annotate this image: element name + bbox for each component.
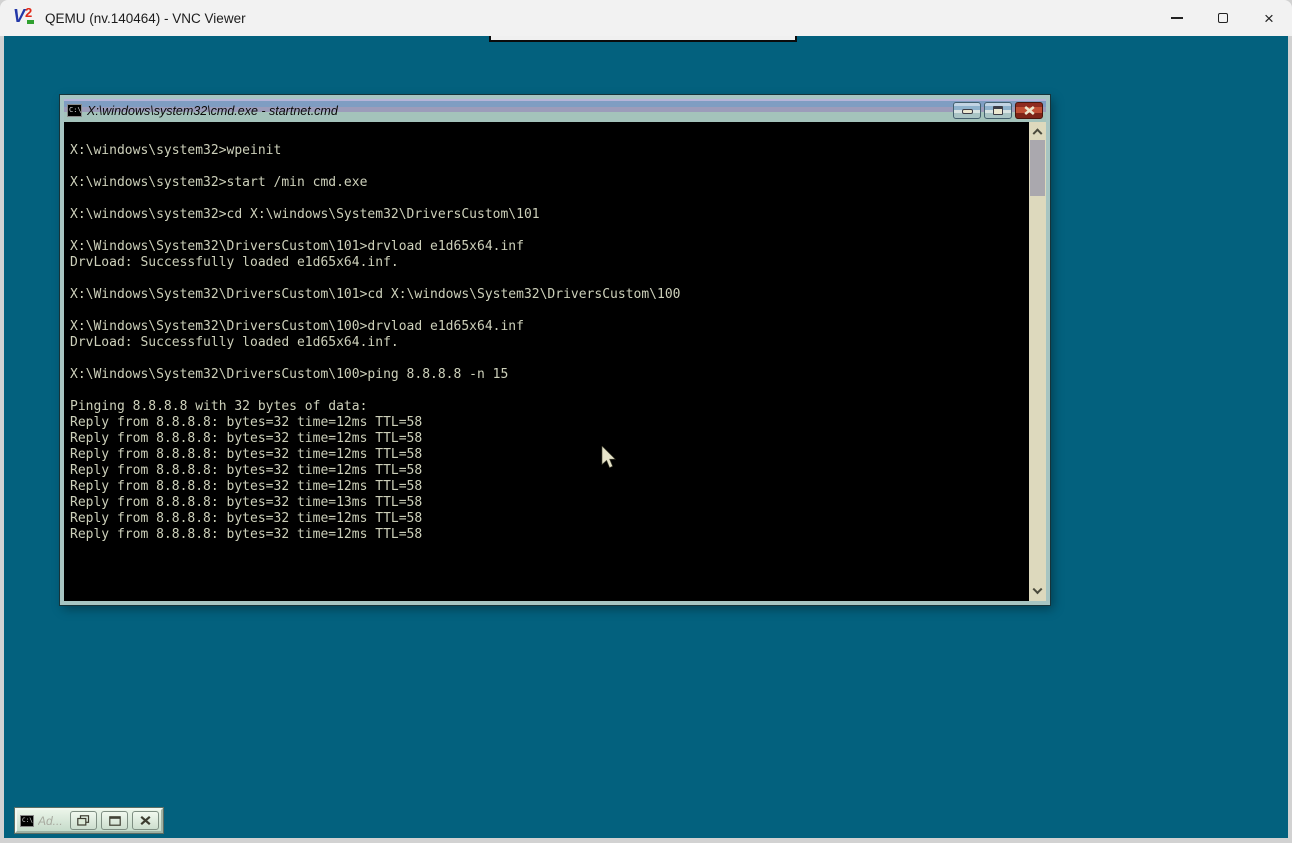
console-line: Reply from 8.8.8.8: bytes=32 time=12ms T… [70,463,1046,479]
cmd-close-button[interactable] [1015,102,1043,119]
minimize-icon [962,109,973,114]
console-line: Reply from 8.8.8.8: bytes=32 time=12ms T… [70,511,1046,527]
cmd-prompt-icon: C:\ [20,815,34,827]
cmd-titlebar[interactable]: C:\ X:\windows\system32\cmd.exe - startn… [64,99,1046,122]
console-line: X:\Windows\System32\DriversCustom\100>dr… [70,319,1046,335]
restore-icon [77,815,90,826]
vnc-logo-icon: V 2 [13,7,39,29]
console-line [70,223,1046,239]
console-line: X:\Windows\System32\DriversCustom\101>dr… [70,239,1046,255]
console-line: Pinging 8.8.8.8 with 32 bytes of data: [70,399,1046,415]
close-icon [140,816,151,825]
scroll-up-button[interactable] [1029,122,1046,138]
mini-maximize-button[interactable] [101,811,128,830]
console-line: X:\windows\system32>cd X:\windows\System… [70,207,1046,223]
minimized-window-title: Ad... [38,814,62,828]
vnc-minimize-button[interactable] [1154,0,1200,36]
cmd-minimize-button[interactable] [953,102,981,119]
vnc-viewer-titlebar[interactable]: V 2 QEMU (nv.140464) - VNC Viewer × [0,0,1292,36]
console-line: X:\Windows\System32\DriversCustom\100>pi… [70,367,1046,383]
cmd-window-controls [953,102,1043,119]
mini-close-button[interactable] [132,811,159,830]
console-line: X:\windows\system32>start /min cmd.exe [70,175,1046,191]
scroll-up-arrow-icon [1033,128,1043,138]
vnc-window-title: QEMU (nv.140464) - VNC Viewer [45,11,246,26]
console-line: Reply from 8.8.8.8: bytes=32 time=12ms T… [70,447,1046,463]
console-line [70,383,1046,399]
maximize-icon [1218,13,1228,23]
remote-desktop: C:\ X:\windows\system32\cmd.exe - startn… [4,36,1288,838]
scroll-down-arrow-icon [1033,584,1043,594]
console-line [70,351,1046,367]
vnc-close-button[interactable]: × [1246,0,1292,36]
vnc-logo-v: V [13,6,25,27]
minimize-icon [1171,17,1183,19]
console-line [70,271,1046,287]
vnc-window-controls: × [1154,0,1292,36]
console-line: DrvLoad: Successfully loaded e1d65x64.in… [70,255,1046,271]
console-line [70,191,1046,207]
console-line [70,303,1046,319]
cmd-window-title: X:\windows\system32\cmd.exe - startnet.c… [87,104,953,118]
maximize-icon [109,816,121,826]
console-line: Reply from 8.8.8.8: bytes=32 time=12ms T… [70,415,1046,431]
console-scrollbar[interactable] [1029,122,1046,601]
mini-restore-button[interactable] [70,811,97,830]
console-output: X:\windows\system32>wpeinit X:\windows\s… [64,122,1046,601]
console-line [70,159,1046,175]
console-line: DrvLoad: Successfully loaded e1d65x64.in… [70,335,1046,351]
vnc-logo-2: 2 [25,5,32,20]
minimized-cmd-window[interactable]: C:\ Ad... [15,808,163,833]
console-line: Reply from 8.8.8.8: bytes=32 time=12ms T… [70,527,1046,543]
vnc-logo-green-mark [27,20,34,24]
vnc-collapsed-toolbar-tab[interactable] [489,36,797,42]
maximize-icon [993,106,1003,115]
cmd-prompt-icon: C:\ [67,104,82,117]
close-icon: × [1264,10,1274,27]
console-line: X:\windows\system32>wpeinit [70,143,1046,159]
console-line: Reply from 8.8.8.8: bytes=32 time=12ms T… [70,479,1046,495]
scroll-down-button[interactable] [1029,585,1046,601]
cmd-maximize-button[interactable] [984,102,1012,119]
close-icon [1024,106,1035,115]
console-line: Reply from 8.8.8.8: bytes=32 time=12ms T… [70,431,1046,447]
scrollbar-thumb[interactable] [1030,140,1045,196]
console-line: X:\Windows\System32\DriversCustom\101>cd… [70,287,1046,303]
console-line: Reply from 8.8.8.8: bytes=32 time=13ms T… [70,495,1046,511]
cmd-window[interactable]: C:\ X:\windows\system32\cmd.exe - startn… [60,95,1050,605]
vnc-maximize-button[interactable] [1200,0,1246,36]
